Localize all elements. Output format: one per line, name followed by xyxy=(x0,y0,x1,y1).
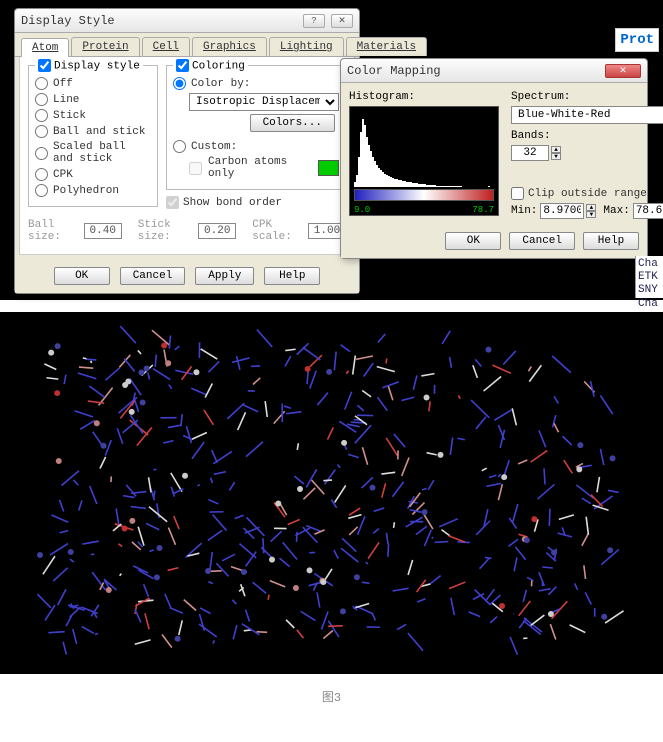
bands-up[interactable]: ▲ xyxy=(551,146,561,153)
side-panel-fragment: Cha ETK SNY Cha xyxy=(635,256,663,298)
color-by-radio[interactable] xyxy=(173,77,186,90)
style-line-radio[interactable] xyxy=(35,93,48,106)
min-up[interactable]: ▲ xyxy=(586,204,596,211)
side-line: Cha xyxy=(638,298,661,311)
max-label: Max: xyxy=(603,205,629,217)
side-line: Cha xyxy=(638,258,661,271)
carbon-only-label: Carbon atoms only xyxy=(208,156,312,180)
close-window-button[interactable]: ✕ xyxy=(331,14,353,28)
bands-down[interactable]: ▼ xyxy=(551,153,561,160)
style-stick-label: Stick xyxy=(53,110,86,122)
display-style-tabs: Atom Protein Cell Graphics Lighting Mate… xyxy=(15,33,359,57)
close-color-mapping-button[interactable]: ✕ xyxy=(605,64,641,78)
colors-button[interactable]: Colors... xyxy=(250,114,335,132)
style-ballstick-radio[interactable] xyxy=(35,125,48,138)
display-style-legend: Display style xyxy=(54,60,140,72)
top-region: Prot Display Style ? ✕ Atom Protein Cell… xyxy=(0,0,663,300)
style-ballstick-label: Ball and stick xyxy=(53,126,145,138)
style-line-label: Line xyxy=(53,94,79,106)
histogram-display: 9.0 78.7 xyxy=(349,106,499,216)
molecule-render xyxy=(0,312,663,674)
style-off-radio[interactable] xyxy=(35,77,48,90)
display-style-title: Display Style xyxy=(21,14,115,28)
cancel-button[interactable]: Cancel xyxy=(120,267,186,285)
protein-panel-fragment: Prot xyxy=(615,28,659,52)
histogram-label: Histogram: xyxy=(349,91,503,103)
help-window-button[interactable]: ? xyxy=(303,14,325,28)
coloring-legend: Coloring xyxy=(192,60,245,72)
color-mapping-title: Color Mapping xyxy=(347,64,441,78)
hist-min-label: 9.0 xyxy=(354,205,370,215)
stick-size-input[interactable] xyxy=(198,223,236,239)
show-bond-order-label: Show bond order xyxy=(183,197,282,209)
coloring-group: Coloring Color by: Isotropic Displacemen… xyxy=(166,65,346,190)
display-style-enable-checkbox[interactable] xyxy=(38,59,51,72)
bands-input[interactable] xyxy=(511,145,549,161)
color-by-select[interactable]: Isotropic Displacement xyxy=(189,93,339,111)
style-scaledbs-label: Scaled ball and stick xyxy=(53,141,151,165)
side-line: ETK xyxy=(638,271,661,284)
ball-size-label: Ball size: xyxy=(28,219,76,243)
display-style-footer: OK Cancel Apply Help xyxy=(15,259,359,293)
tab-protein[interactable]: Protein xyxy=(71,37,139,56)
gradient-bar xyxy=(354,189,494,201)
ok-button[interactable]: OK xyxy=(54,267,110,285)
clip-range-checkbox[interactable] xyxy=(511,187,524,200)
min-label: Min: xyxy=(511,205,537,217)
display-style-body: Display style Off Line Stick Ball and st… xyxy=(19,57,355,255)
style-cpk-label: CPK xyxy=(53,169,73,181)
hist-max-label: 78.7 xyxy=(472,205,494,215)
display-style-group: Display style Off Line Stick Ball and st… xyxy=(28,65,158,207)
tab-graphics[interactable]: Graphics xyxy=(192,37,267,56)
custom-label: Custom: xyxy=(191,141,237,153)
style-scaledbs-radio[interactable] xyxy=(35,147,48,160)
style-cpk-radio[interactable] xyxy=(35,168,48,181)
cm-cancel-button[interactable]: Cancel xyxy=(509,232,575,250)
clip-range-label: Clip outside range xyxy=(528,188,647,200)
display-style-titlebar: Display Style ? ✕ xyxy=(15,9,359,33)
cpk-scale-label: CPK scale: xyxy=(252,219,300,243)
min-input[interactable] xyxy=(540,203,584,219)
color-mapping-window: Color Mapping ✕ Histogram: 9.0 78.7 Spec… xyxy=(340,58,648,259)
color-by-label: Color by: xyxy=(191,78,250,90)
cm-ok-button[interactable]: OK xyxy=(445,232,501,250)
ball-size-input[interactable] xyxy=(84,223,122,239)
tab-materials[interactable]: Materials xyxy=(346,37,427,56)
display-style-window: Display Style ? ✕ Atom Protein Cell Grap… xyxy=(14,8,360,294)
style-stick-radio[interactable] xyxy=(35,109,48,122)
spectrum-label: Spectrum: xyxy=(511,91,663,103)
carbon-color-swatch[interactable] xyxy=(318,160,339,176)
stick-size-label: Stick size: xyxy=(138,219,191,243)
figure-caption: 图3 xyxy=(0,674,663,719)
carbon-only-checkbox[interactable] xyxy=(189,162,202,175)
side-line: SNY xyxy=(638,284,661,297)
bands-label: Bands: xyxy=(511,130,663,142)
coloring-enable-checkbox[interactable] xyxy=(176,59,189,72)
max-input[interactable] xyxy=(633,203,663,219)
cm-help-button[interactable]: Help xyxy=(583,232,639,250)
min-down[interactable]: ▼ xyxy=(586,211,596,218)
spectrum-select[interactable]: Blue-White-Red xyxy=(511,106,663,124)
tab-atom[interactable]: Atom xyxy=(21,38,69,57)
color-mapping-titlebar: Color Mapping ✕ xyxy=(341,59,647,83)
style-polyhedron-label: Polyhedron xyxy=(53,185,119,197)
tab-lighting[interactable]: Lighting xyxy=(269,37,344,56)
custom-radio[interactable] xyxy=(173,140,186,153)
style-polyhedron-radio[interactable] xyxy=(35,184,48,197)
apply-button[interactable]: Apply xyxy=(195,267,254,285)
tab-cell[interactable]: Cell xyxy=(142,37,190,56)
help-button[interactable]: Help xyxy=(264,267,320,285)
show-bond-order-checkbox[interactable] xyxy=(166,196,179,209)
style-off-label: Off xyxy=(53,78,73,90)
